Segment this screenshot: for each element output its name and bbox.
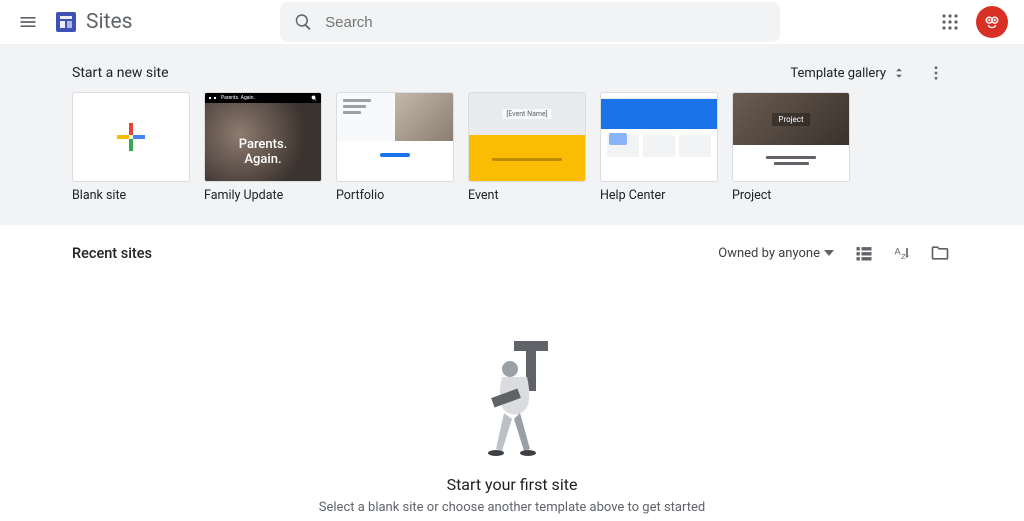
recent-header: Recent sites Owned by anyone AZ bbox=[72, 225, 952, 281]
main-menu-button[interactable] bbox=[8, 2, 48, 42]
ownership-filter[interactable]: Owned by anyone bbox=[718, 246, 834, 261]
google-apps-button[interactable] bbox=[934, 6, 966, 38]
folder-icon bbox=[930, 243, 950, 263]
template-gallery-section: Start a new site Template gallery Blank … bbox=[0, 44, 1024, 225]
dropdown-icon bbox=[824, 248, 834, 258]
list-view-button[interactable] bbox=[852, 241, 876, 265]
template-gallery-button[interactable]: Template gallery bbox=[784, 62, 912, 85]
template-event[interactable]: [Event Name] Event bbox=[468, 92, 586, 203]
app-header: Sites bbox=[0, 0, 1024, 44]
empty-state: Start your first site Select a blank sit… bbox=[0, 281, 1024, 515]
sites-logo-icon bbox=[54, 10, 78, 34]
header-right bbox=[934, 6, 1016, 38]
list-view-icon bbox=[854, 243, 874, 263]
more-vert-icon bbox=[927, 64, 945, 82]
unfold-icon bbox=[892, 66, 906, 80]
template-label: Event bbox=[468, 188, 586, 203]
open-file-picker-button[interactable] bbox=[928, 241, 952, 265]
sites-logo[interactable] bbox=[54, 10, 78, 34]
gallery-header: Start a new site Template gallery bbox=[72, 58, 952, 88]
search-input[interactable] bbox=[325, 14, 766, 31]
plus-icon bbox=[113, 119, 149, 155]
template-family-update[interactable]: Parents. Again. Parents.Again. Family Up… bbox=[204, 92, 322, 203]
template-project[interactable]: Project Project bbox=[732, 92, 850, 203]
gallery-more-button[interactable] bbox=[920, 57, 952, 89]
template-label: Help Center bbox=[600, 188, 718, 203]
template-portfolio[interactable]: Portfolio bbox=[336, 92, 454, 203]
template-blank[interactable]: Blank site bbox=[72, 92, 190, 203]
template-help-center[interactable]: Help Center bbox=[600, 92, 718, 203]
search-icon bbox=[294, 12, 313, 32]
template-list: Blank site Parents. Again. Parents.Again… bbox=[72, 92, 952, 203]
search-box[interactable] bbox=[280, 2, 780, 42]
ownership-label: Owned by anyone bbox=[718, 246, 820, 261]
avatar-icon bbox=[981, 11, 1003, 33]
gallery-title: Start a new site bbox=[72, 65, 169, 81]
account-avatar[interactable] bbox=[976, 6, 1008, 38]
recent-title: Recent sites bbox=[72, 245, 152, 262]
sort-button[interactable]: AZ bbox=[890, 241, 914, 265]
sort-az-icon: AZ bbox=[892, 243, 912, 263]
template-gallery-label: Template gallery bbox=[790, 66, 886, 81]
menu-icon bbox=[18, 12, 38, 32]
app-name: Sites bbox=[86, 10, 132, 34]
template-label: Blank site bbox=[72, 188, 190, 203]
search-container bbox=[280, 2, 780, 42]
empty-illustration bbox=[472, 341, 552, 461]
apps-grid-icon bbox=[941, 13, 959, 31]
empty-subtitle: Select a blank site or choose another te… bbox=[0, 500, 1024, 515]
template-label: Portfolio bbox=[336, 188, 454, 203]
svg-text:Z: Z bbox=[901, 252, 906, 261]
template-label: Project bbox=[732, 188, 850, 203]
template-label: Family Update bbox=[204, 188, 322, 203]
empty-title: Start your first site bbox=[0, 475, 1024, 494]
